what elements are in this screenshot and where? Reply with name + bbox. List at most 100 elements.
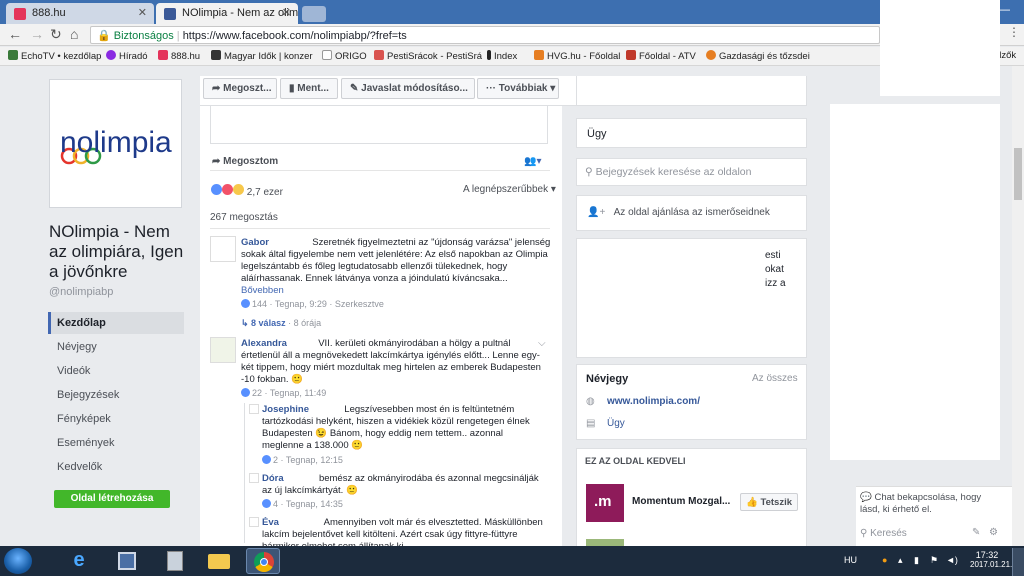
search-posts-input[interactable]: ⚲ Bejegyzések keresése az oldalon — [576, 158, 807, 186]
commenter-name[interactable]: Alexandra — [241, 338, 287, 349]
chevron-down-icon[interactable]: ⌵ — [538, 338, 546, 349]
bookmark-888[interactable]: 888.hu — [158, 50, 200, 62]
commenter-name[interactable]: Éva — [262, 517, 279, 528]
share-count[interactable]: 267 megosztás — [210, 212, 278, 223]
save-page-button[interactable]: ▮ Ment... — [280, 78, 338, 99]
bookmark-magyar-idok[interactable]: Magyar Idők | konzer — [211, 50, 313, 62]
sidebar-item-videos[interactable]: Videók — [48, 360, 184, 382]
view-replies-link[interactable]: ↳ 8 válasz · 8 órája — [241, 318, 321, 329]
bookmark-hvg[interactable]: HVG.hu - Főoldal — [534, 50, 620, 62]
scrollbar[interactable] — [1012, 66, 1024, 546]
internet-explorer-icon[interactable]: e — [62, 548, 96, 574]
share-post-button[interactable]: ➦ Megosztom — [212, 156, 278, 167]
reply-text: bemész az okmányirodába és azonnal megcs… — [262, 473, 539, 496]
like-page-button[interactable]: 👍 Tetszik — [740, 493, 798, 511]
reactions-summary[interactable]: 2,7 ezer — [211, 184, 283, 198]
about-see-all[interactable]: Az összes — [752, 373, 798, 384]
reload-icon[interactable]: ↻ — [50, 26, 62, 43]
home-icon[interactable]: ⌂ — [70, 26, 78, 42]
clock[interactable]: 17:32 2017.01.21. — [970, 550, 1013, 569]
website-link[interactable]: www.nolimpia.com/ — [607, 396, 700, 407]
friends-icon: 👥 — [524, 156, 537, 167]
volume-icon[interactable]: ◄) — [946, 555, 958, 565]
commenter-name[interactable]: Dóra — [262, 473, 284, 484]
clock-date: 2017.01.21. — [970, 560, 1013, 569]
bookmark-gazdasagi[interactable]: Gazdasági és tőzsdei — [706, 50, 810, 62]
sort-comments-dropdown[interactable]: A legnépszerűbbek ▾ — [463, 184, 556, 195]
category-link[interactable]: Ügy — [607, 418, 625, 429]
back-icon[interactable]: ← — [8, 26, 22, 42]
chat-search-input[interactable]: ⚲ Keresés — [860, 528, 907, 539]
network-icon[interactable]: ▮ — [914, 555, 919, 566]
divider — [210, 228, 550, 229]
bookmark-hirado[interactable]: Híradó — [106, 50, 148, 62]
reply-text: Amennyiben volt már és elvesztetted. Más… — [262, 517, 543, 546]
browser-tab-nolimpia[interactable]: NOlimpia - Nem az olim ✕ — [156, 3, 298, 24]
bookmark-origo[interactable]: ORIGO — [322, 50, 367, 62]
comment-meta: 22 · Tegnap, 11:49 — [241, 388, 326, 398]
invite-friends-button[interactable]: 👤+ Az oldal ajánlása az ismerőseidnek — [576, 195, 807, 231]
browser-tab-888[interactable]: 888.hu ✕ — [6, 3, 154, 24]
close-icon[interactable]: ✕ — [282, 6, 291, 19]
windows-taskbar — [0, 546, 1024, 576]
facebook-favicon-icon — [164, 8, 176, 20]
share-page-button[interactable]: ➦ Megoszt... — [203, 78, 277, 99]
avatar[interactable] — [249, 473, 259, 483]
post-attachment[interactable] — [210, 106, 548, 144]
clock-time: 17:32 — [975, 550, 999, 560]
scrollbar-thumb[interactable] — [1014, 148, 1022, 200]
bookmark-echotv[interactable]: EchoTV • kezdőlap — [8, 50, 101, 62]
see-more-link[interactable]: Bővebben — [241, 285, 284, 296]
gear-icon[interactable]: ⚙ — [989, 527, 998, 538]
start-button[interactable] — [4, 548, 32, 574]
chrome-icon[interactable] — [246, 548, 280, 574]
folder-icon[interactable] — [202, 548, 236, 574]
create-page-button[interactable]: Oldal létrehozása — [54, 490, 170, 508]
bookmark-atv[interactable]: Főoldal - ATV — [626, 50, 696, 62]
tray-app-icon[interactable]: ● — [882, 555, 887, 565]
comment: Gabor Szeretnék figyelmeztetni az "újdon… — [241, 237, 551, 297]
sidebar-item-posts[interactable]: Bejegyzések — [48, 384, 184, 406]
show-desktop-button[interactable] — [1012, 548, 1024, 576]
chat-sidebar — [830, 104, 1000, 460]
flag-icon[interactable]: ⚑ — [930, 555, 938, 566]
like-icon — [262, 455, 271, 464]
audience-selector[interactable]: 👥▾ — [524, 156, 541, 167]
language-indicator[interactable]: HU — [844, 555, 857, 565]
sidebar-item-likes[interactable]: Kedvelők — [48, 456, 184, 478]
momentum-logo[interactable]: .m — [586, 484, 624, 522]
address-bar[interactable]: 🔒 Biztonságos | https://www.facebook.com… — [90, 26, 880, 44]
comment-text: Szeretnék figyelmeztetni az "újdonság va… — [241, 237, 551, 284]
bookmark-pestisracok[interactable]: PestiSrácok - PestiSrá — [374, 50, 482, 62]
avatar[interactable] — [249, 517, 259, 527]
avatar[interactable] — [210, 236, 236, 262]
sidebar-item-about[interactable]: Névjegy — [48, 336, 184, 358]
more-button[interactable]: ··· Továbbiak ▾ — [477, 78, 559, 99]
suggest-edits-button[interactable]: ✎ Javaslat módosításo... — [341, 78, 475, 99]
avatar[interactable] — [249, 404, 259, 414]
floppy-disk-icon[interactable] — [110, 548, 144, 574]
sidebar-item-events[interactable]: Események — [48, 432, 184, 454]
commenter-name[interactable]: Josephine — [262, 404, 309, 415]
tray-expand-icon[interactable]: ▴ — [898, 555, 903, 566]
commenter-name[interactable]: Gabor — [241, 237, 269, 248]
about-card: Névjegy Az összes ◍ www.nolimpia.com/ ▤ … — [576, 364, 807, 440]
close-icon[interactable]: ✕ — [138, 6, 147, 19]
forward-icon[interactable]: → — [30, 26, 44, 42]
sidebar-item-photos[interactable]: Fényképek — [48, 408, 184, 430]
chat-notice[interactable]: 💬 Chat bekapcsolása, hogy lásd, ki érhet… — [860, 492, 1000, 516]
share-icon: ➦ — [212, 156, 224, 167]
more-icon: ··· — [486, 83, 499, 94]
sidebar-item-home[interactable]: Kezdőlap — [48, 312, 184, 334]
page-profile-picture[interactable]: nolimpia — [49, 79, 182, 208]
page-handle[interactable]: @nolimpiabp — [49, 286, 113, 298]
liked-page-name[interactable]: Momentum Mozgal... — [632, 496, 730, 507]
new-tab-button[interactable] — [302, 6, 326, 22]
reply-meta: 2 · Tegnap, 12:15 — [262, 455, 343, 465]
bookmark-index[interactable]: Index — [487, 50, 517, 62]
edit-icon[interactable]: ✎ — [972, 527, 980, 538]
like-icon — [241, 299, 250, 308]
calculator-icon[interactable] — [158, 548, 192, 574]
avatar[interactable] — [210, 337, 236, 363]
menu-icon[interactable]: ⋮ — [1008, 25, 1020, 39]
